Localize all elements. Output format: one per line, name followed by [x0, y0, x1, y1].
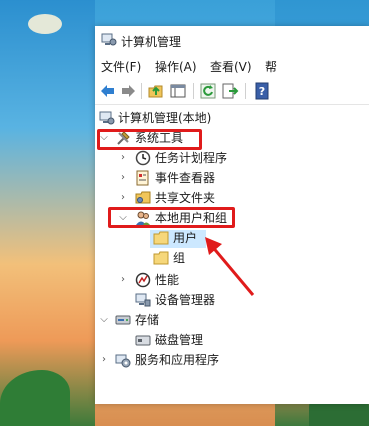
tree-item-label: 任务计划程序: [155, 151, 228, 165]
svg-text:?: ?: [259, 85, 265, 98]
tree-item-task-scheduler[interactable]: › 任务计划程序: [95, 148, 369, 168]
background-cloud: [28, 14, 62, 34]
tree-item-disk-management[interactable]: 磁盘管理: [95, 330, 369, 350]
tree-item-shared-folders[interactable]: › 共享文件夹: [95, 188, 369, 208]
clock-icon: [135, 150, 151, 166]
help-icon[interactable]: ?: [253, 82, 271, 100]
disk-management-icon: [135, 335, 151, 346]
tree-item-services-apps[interactable]: › 服务和应用程序: [95, 350, 369, 370]
menu-action[interactable]: 操作(A): [155, 58, 197, 75]
chevron-right-icon[interactable]: ›: [118, 270, 128, 290]
tree-item-label: 存储: [135, 313, 160, 327]
chevron-right-icon[interactable]: ›: [118, 188, 128, 208]
tree-item-label: 用户: [173, 231, 198, 245]
chevron-down-icon[interactable]: ⌵: [99, 310, 109, 330]
window-title: 计算机管理: [121, 35, 182, 49]
performance-icon: [135, 272, 151, 288]
storage-icon: [115, 315, 131, 325]
chevron-right-icon[interactable]: ›: [118, 148, 128, 168]
highlight-box-system-tools: [97, 129, 202, 150]
highlight-box-local-users-groups: [108, 207, 235, 228]
desktop-background-left: [0, 0, 95, 426]
toolbar-separator: [193, 83, 194, 99]
back-arrow-icon[interactable]: [99, 82, 117, 100]
folder-icon: [153, 231, 169, 245]
tree-item-root[interactable]: 计算机管理(本地): [95, 108, 369, 128]
tree-item-label: 性能: [155, 273, 180, 287]
up-folder-icon[interactable]: [147, 82, 165, 100]
device-manager-icon: [135, 293, 151, 307]
menu-view[interactable]: 查看(V): [210, 58, 252, 75]
computer-management-window: 计算机管理 文件(F) 操作(A) 查看(V) 帮 ? 计算机管理(本地) ⌵ …: [95, 26, 369, 404]
computer-management-icon: [101, 33, 117, 46]
tree-item-label: 共享文件夹: [155, 191, 216, 205]
computer-management-icon: [99, 111, 115, 125]
tree-item-label: 服务和应用程序: [135, 353, 220, 367]
tree-item-storage[interactable]: ⌵ 存储: [95, 310, 369, 330]
tree-item-label: 事件查看器: [155, 171, 216, 185]
export-list-icon[interactable]: [221, 82, 239, 100]
menu-file[interactable]: 文件(F): [101, 58, 141, 75]
menu-bar: 文件(F) 操作(A) 查看(V) 帮: [95, 56, 369, 76]
forward-arrow-icon[interactable]: [119, 82, 137, 100]
toolbar: ?: [95, 78, 369, 105]
show-hide-tree-icon[interactable]: [169, 82, 187, 100]
tree-item-label: 计算机管理(本地): [118, 111, 212, 125]
annotation-arrow: [205, 237, 255, 296]
tree-item-event-viewer[interactable]: › 事件查看器: [95, 168, 369, 188]
chevron-right-icon[interactable]: ›: [118, 168, 128, 188]
title-bar[interactable]: 计算机管理: [95, 26, 369, 56]
refresh-icon[interactable]: [199, 82, 217, 100]
menu-help[interactable]: 帮: [265, 58, 277, 75]
chevron-right-icon[interactable]: ›: [99, 350, 109, 370]
toolbar-separator: [141, 83, 142, 99]
tree-item-label: 磁盘管理: [155, 333, 204, 347]
folder-icon: [153, 251, 169, 265]
services-icon: [115, 354, 131, 368]
tree-item-label: 组: [173, 251, 186, 265]
shared-folder-icon: [135, 191, 151, 204]
toolbar-separator: [245, 83, 246, 99]
event-log-icon: [136, 170, 149, 186]
